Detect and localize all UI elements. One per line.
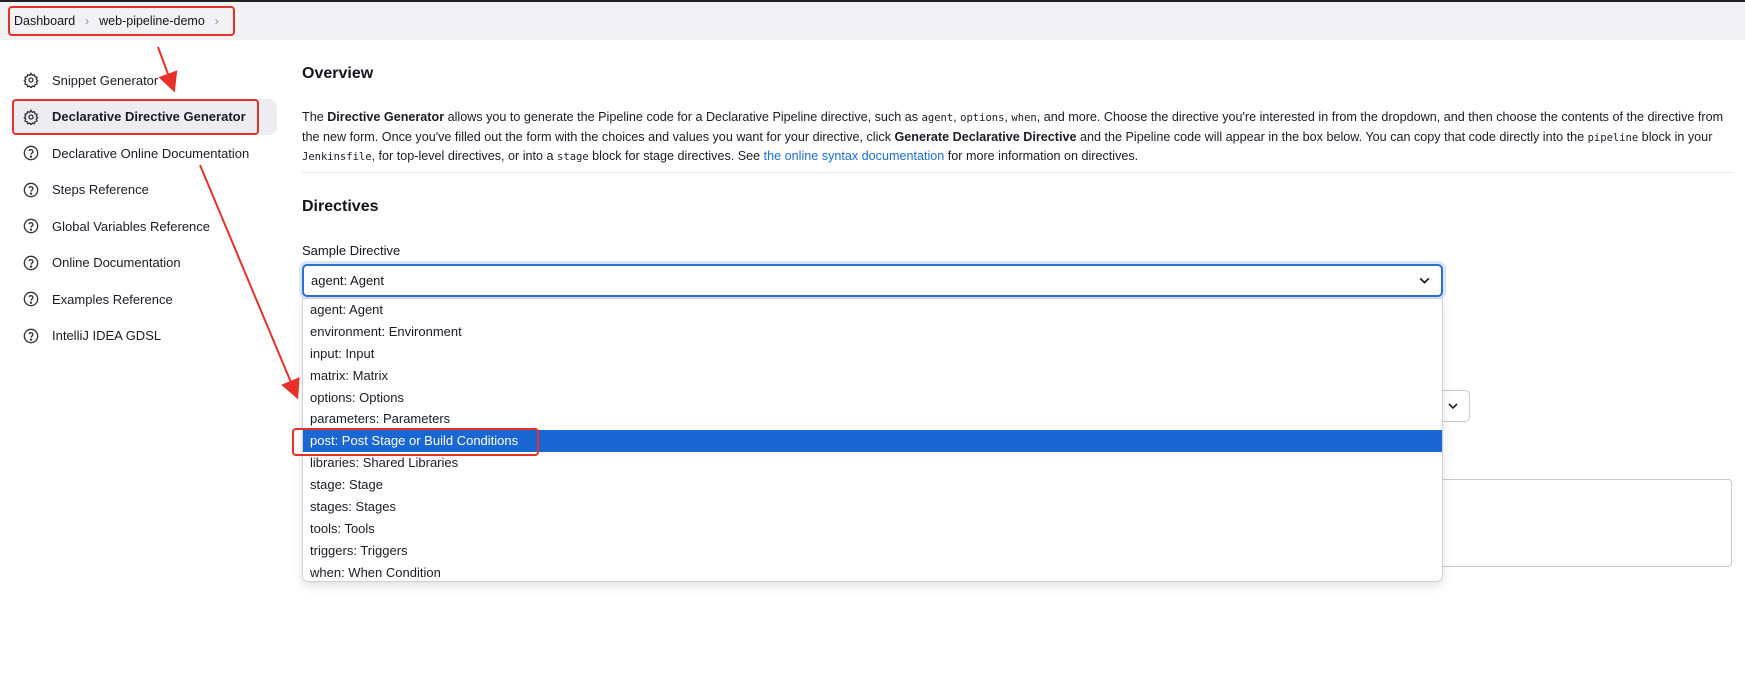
sidebar-item-label: Steps Reference (52, 182, 149, 198)
dropdown-option[interactable]: agent: Agent (303, 299, 1442, 321)
sidebar-item-global-variables-reference[interactable]: Global Variables Reference (12, 208, 280, 245)
sidebar-item-intellij-idea-gdsl[interactable]: IntelliJ IDEA GDSL (12, 318, 280, 355)
dropdown-option[interactable]: stage: Stage (303, 474, 1442, 496)
sidebar-item-declarative-online-documentation[interactable]: Declarative Online Documentation (12, 135, 280, 172)
chevron-down-icon (1447, 400, 1459, 415)
help-icon (22, 327, 40, 345)
dropdown-option[interactable]: environment: Environment (303, 321, 1442, 343)
sidebar-item-label: Declarative Online Documentation (52, 145, 250, 161)
sidebar-item-label: Snippet Generator (52, 72, 159, 88)
sidebar-item-examples-reference[interactable]: Examples Reference (12, 281, 280, 318)
chevron-down-icon (1418, 274, 1431, 290)
sidebar-item-label: Examples Reference (52, 291, 173, 307)
sample-directive-select[interactable]: agent: Agent (302, 264, 1443, 297)
annotation-box-breadcrumb (8, 6, 235, 36)
overview-text: The Directive Generator allows you to ge… (302, 110, 1724, 163)
dropdown-option[interactable]: tools: Tools (303, 518, 1442, 540)
dropdown-option[interactable]: matrix: Matrix (303, 365, 1442, 387)
top-bar: Dashboard › web-pipeline-demo › (0, 0, 1745, 40)
select-value: agent: Agent (311, 273, 385, 288)
overview-heading: Overview (302, 65, 374, 82)
help-icon (22, 290, 40, 308)
sidebar-item-steps-reference[interactable]: Steps Reference (12, 172, 280, 209)
sidebar-item-label: Global Variables Reference (52, 218, 211, 234)
sample-directive-label: Sample Directive (302, 243, 401, 258)
gear-icon (22, 71, 40, 89)
dropdown-option[interactable]: options: Options (303, 387, 1442, 409)
syntax-docs-link[interactable]: the online syntax documentation (764, 149, 945, 163)
annotation-box-sidebar (12, 99, 259, 135)
annotation-box-post-option (292, 428, 539, 456)
help-icon (22, 144, 40, 162)
directives-heading: Directives (302, 198, 379, 215)
sidebar-item-online-documentation[interactable]: Online Documentation (12, 245, 280, 282)
help-icon (22, 181, 40, 199)
generated-code-textarea[interactable] (1422, 479, 1732, 567)
dropdown-option[interactable]: triggers: Triggers (303, 540, 1442, 562)
sidebar-item-label: Online Documentation (52, 255, 181, 271)
divider (302, 172, 1732, 173)
dropdown-option[interactable]: when: When Condition (303, 562, 1442, 584)
help-icon (22, 217, 40, 235)
sidebar-item-snippet-generator[interactable]: Snippet Generator (12, 62, 280, 99)
dropdown-option[interactable]: stages: Stages (303, 496, 1442, 518)
dropdown-option[interactable]: input: Input (303, 343, 1442, 365)
help-icon (22, 254, 40, 272)
sidebar-item-label: IntelliJ IDEA GDSL (52, 328, 162, 344)
